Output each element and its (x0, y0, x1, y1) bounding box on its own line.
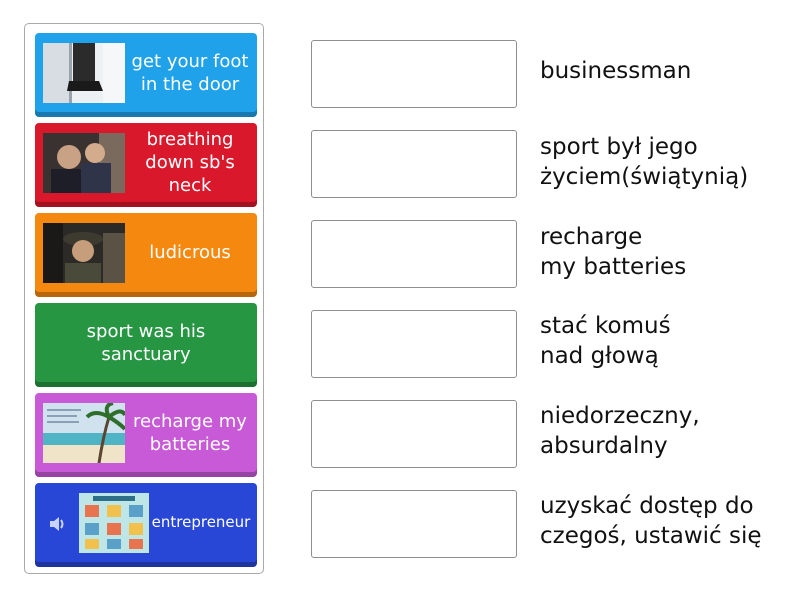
tile-label: recharge my batteries (133, 410, 247, 455)
two-men-photo (43, 133, 125, 193)
tile-label: get your foot in the door (131, 50, 249, 95)
drop-slot-4[interactable] (311, 310, 517, 378)
target-label-4: stać komuś nad głową (540, 313, 671, 369)
tile-panel: get your foot in the door breathing down… (24, 23, 264, 574)
drop-slot-1[interactable] (311, 40, 517, 108)
tile-label: sport was his sanctuary (86, 320, 206, 365)
tile-sport-was-his-sanctuary[interactable]: sport was his sanctuary (35, 303, 257, 387)
foot-in-door-photo (43, 43, 125, 103)
target-label-6: uzyskać dostęp do czegoś, ustawić się (540, 493, 762, 549)
target-label-5: niedorzeczny, absurdalny (540, 403, 700, 459)
target-label-2: sport był jego życiem(świątynią) (540, 134, 749, 190)
speaker-icon[interactable] (47, 513, 69, 535)
infographic-photo (79, 493, 149, 553)
drop-slot-5[interactable] (311, 400, 517, 468)
tile-entrepreneur[interactable]: entrepreneur (35, 483, 257, 567)
tile-recharge-my-batteries[interactable]: recharge my batteries (35, 393, 257, 477)
tile-ludicrous[interactable]: ludicrous (35, 213, 257, 297)
soldier-photo (43, 223, 125, 283)
target-label-3: recharge my batteries (540, 224, 687, 280)
tile-label: ludicrous (149, 242, 231, 263)
tile-breathing-down-sbs-neck[interactable]: breathing down sb's neck (35, 123, 257, 207)
drop-slot-3[interactable] (311, 220, 517, 288)
beach-palm-photo (43, 403, 125, 463)
tile-get-your-foot-in-the-door[interactable]: get your foot in the door (35, 33, 257, 117)
tile-label: entrepreneur (151, 513, 251, 531)
drop-slot-6[interactable] (311, 490, 517, 558)
drop-slot-2[interactable] (311, 130, 517, 198)
target-label-1: businessman (540, 58, 692, 84)
tile-label: breathing down sb's neck (145, 129, 235, 196)
